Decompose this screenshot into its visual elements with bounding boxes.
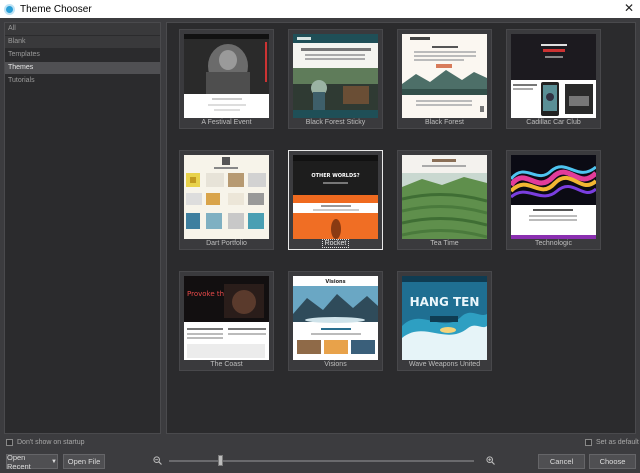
choose-label: Choose: [599, 457, 626, 466]
checkbox-box[interactable]: [585, 439, 592, 446]
theme-thumbnail: HANG TEN: [402, 276, 487, 360]
theme-card-wave-weapons[interactable]: HANG TEN Wave Weapons United: [397, 271, 492, 371]
dont-show-label: Don't show on startup: [17, 439, 85, 446]
theme-name: Dart Portfolio: [206, 240, 247, 247]
theme-thumbnail: [293, 34, 378, 118]
choose-button[interactable]: Choose: [589, 454, 636, 469]
theme-thumbnail: [511, 155, 596, 239]
visions-thumb-logo: Visions: [325, 279, 345, 285]
sidebar-item-all[interactable]: All: [5, 23, 160, 35]
theme-name: Black Forest: [425, 119, 464, 126]
theme-name: Wave Weapons United: [408, 361, 481, 368]
sidebar-item-blank[interactable]: Blank: [5, 36, 160, 48]
theme-card-black-forest-sticky[interactable]: Black Forest Sticky: [288, 29, 383, 129]
theme-card-technologic[interactable]: Technologic: [506, 150, 601, 250]
set-as-default-checkbox[interactable]: Set as default: [585, 439, 639, 446]
rocket-thumb-headline: OTHER WORLDS?: [311, 173, 359, 179]
zoom-slider-track[interactable]: [169, 460, 474, 462]
app-icon: [4, 3, 15, 15]
open-recent-label: Open Recent: [7, 452, 31, 471]
open-file-label: Open File: [67, 457, 101, 466]
theme-name: A Festival Event: [201, 119, 252, 126]
window-title: Theme Chooser: [20, 3, 92, 15]
sidebar-item-templates[interactable]: Templates: [5, 49, 160, 61]
theme-thumbnail: [511, 34, 596, 118]
theme-thumbnail: [184, 155, 269, 239]
category-sidebar: All Blank Templates Themes Tutorials: [4, 22, 161, 434]
cancel-button[interactable]: Cancel: [538, 454, 585, 469]
zoom-out-icon[interactable]: [153, 456, 162, 465]
open-file-button[interactable]: Open File: [63, 454, 105, 469]
wave-thumb-headline: HANG TEN: [410, 295, 480, 309]
theme-card-cadillac[interactable]: Cadillac Car Club: [506, 29, 601, 129]
checkbox-box[interactable]: [6, 439, 13, 446]
theme-thumbnail: [402, 34, 487, 118]
theme-thumbnail: Visions: [293, 276, 378, 360]
theme-gallery: A Festival Event Black Forest Sticky Bla…: [166, 22, 636, 434]
theme-name: Tea Time: [430, 240, 459, 247]
gallery-scrollbar[interactable]: [629, 25, 634, 431]
theme-name: Cadillac Car Club: [526, 119, 581, 126]
open-recent-button[interactable]: Open Recent ▼: [6, 452, 58, 471]
theme-card-black-forest[interactable]: Black Forest: [397, 29, 492, 129]
theme-card-dart-portfolio[interactable]: Dart Portfolio: [179, 150, 274, 250]
theme-name: Rocket: [289, 239, 382, 248]
chevron-down-icon[interactable]: ▼: [51, 459, 57, 465]
theme-card-visions[interactable]: Visions Visions: [288, 271, 383, 371]
theme-card-rocket[interactable]: OTHER WORLDS? Rocket: [288, 150, 383, 250]
zoom-in-icon[interactable]: [486, 456, 495, 465]
theme-name: Black Forest Sticky: [305, 119, 366, 126]
theme-thumbnail: Provoke those buds: [184, 276, 269, 360]
title-bar: Theme Chooser ✕: [0, 0, 640, 18]
theme-card-festival[interactable]: A Festival Event: [179, 29, 274, 129]
close-icon[interactable]: ✕: [624, 1, 634, 15]
sidebar-item-themes[interactable]: Themes: [5, 62, 160, 74]
theme-thumbnail: [402, 155, 487, 239]
theme-name: The Coast: [210, 361, 243, 368]
set-default-label: Set as default: [596, 439, 639, 446]
sidebar-item-tutorials[interactable]: Tutorials: [5, 75, 160, 87]
theme-thumbnail: OTHER WORLDS?: [293, 155, 378, 239]
theme-thumbnail: [184, 34, 269, 118]
dont-show-on-startup-checkbox[interactable]: Don't show on startup: [6, 439, 84, 446]
theme-name: Visions: [324, 361, 347, 368]
theme-name: Technologic: [535, 240, 572, 247]
theme-card-the-coast[interactable]: Provoke those buds The Coast: [179, 271, 274, 371]
zoom-slider-thumb[interactable]: [218, 455, 223, 466]
theme-card-tea-time[interactable]: Tea Time: [397, 150, 492, 250]
cancel-label: Cancel: [549, 457, 574, 466]
